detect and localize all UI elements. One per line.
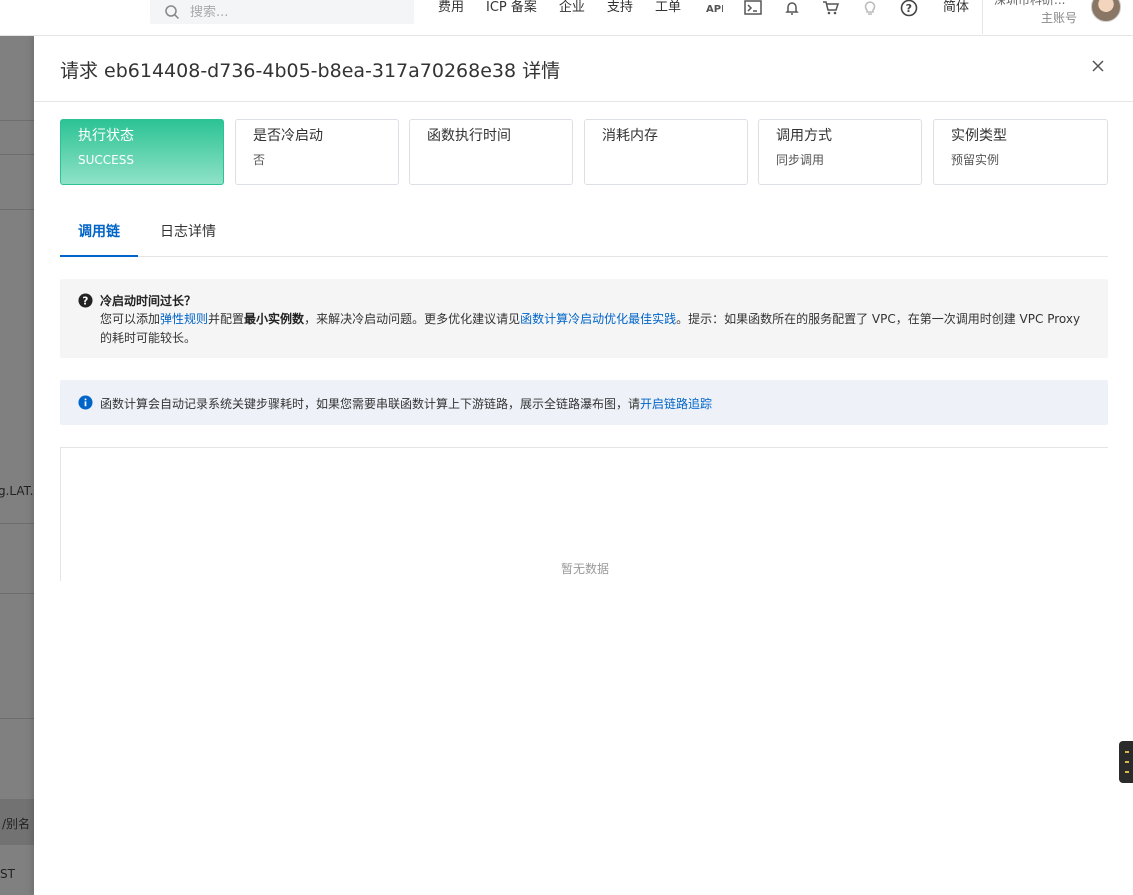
backdrop-divider xyxy=(0,718,34,719)
avatar[interactable] xyxy=(1091,0,1121,22)
card-value: 否 xyxy=(253,153,266,167)
top-nav-icons: API ? xyxy=(704,0,938,17)
cold-start-best-practice-link[interactable]: 函数计算冷启动优化最佳实践 xyxy=(520,312,676,326)
tip-text: ，来解决冷启动问题。更多优化建议请见 xyxy=(304,312,521,326)
handle-grip xyxy=(1125,751,1129,753)
card-execution-time: 函数执行时间 xyxy=(409,119,573,185)
tip-bold-text: 最小实例数 xyxy=(244,312,305,326)
card-title: 是否冷启动 xyxy=(253,128,323,144)
tab-log-details[interactable]: 日志详情 xyxy=(160,219,216,257)
tab-call-chain[interactable]: 调用链 xyxy=(60,219,138,257)
card-memory-usage: 消耗内存 xyxy=(584,119,748,185)
backdrop-divider xyxy=(0,120,34,121)
backdrop-text: ST xyxy=(0,867,15,881)
backdrop-divider xyxy=(0,209,34,210)
card-cold-start: 是否冷启动 否 xyxy=(235,119,399,185)
global-search[interactable] xyxy=(150,0,414,24)
svg-text:?: ? xyxy=(906,2,912,15)
drawer-header: 请求 eb614408-d736-4b05-b8ea-317a70268e38 … xyxy=(34,36,1133,102)
card-value: SUCCESS xyxy=(78,153,134,167)
card-title: 函数执行时间 xyxy=(427,128,511,144)
search-icon xyxy=(165,5,180,20)
card-value: 预留实例 xyxy=(951,153,1000,167)
elastic-rules-link[interactable]: 弹性规则 xyxy=(160,312,208,326)
backdrop-text: g.LAT... xyxy=(0,484,34,498)
bell-icon[interactable] xyxy=(782,0,802,16)
terminal-icon[interactable] xyxy=(743,0,763,16)
card-invocation-type: 调用方式 同步调用 xyxy=(758,119,922,185)
handle-grip xyxy=(1125,771,1129,773)
top-nav-links: 费用 ICP 备案 企业 支持 工单 xyxy=(438,0,703,16)
card-value: 同步调用 xyxy=(776,153,825,167)
nav-item-ticket[interactable]: 工单 xyxy=(655,0,681,16)
tip-text: 您可以添加 xyxy=(100,312,161,326)
info-message: 函数计算会自动记录系统关键步骤耗时，如果您需要串联函数计算上下游链路，展示全链路… xyxy=(100,397,641,411)
svg-text:?: ? xyxy=(82,296,88,308)
tracing-info-notice: 函数计算会自动记录系统关键步骤耗时，如果您需要串联函数计算上下游链路，展示全链路… xyxy=(60,380,1108,425)
svg-text:API: API xyxy=(706,4,723,15)
empty-state-text: 暂无数据 xyxy=(560,562,609,576)
question-circle-icon: ? xyxy=(78,293,93,308)
cold-start-tip: ? 冷启动时间过长？ 您可以添加弹性规则并配置最小实例数，来解决冷启动问题。更多… xyxy=(60,279,1108,358)
card-title: 执行状态 xyxy=(78,128,134,144)
summary-cards: 执行状态 SUCCESS 是否冷启动 否 函数执行时间 消耗内存 调用方式 同步… xyxy=(60,119,1108,185)
floating-toolbar-handle[interactable] xyxy=(1119,741,1133,783)
page-backdrop[interactable]: g.LAT... /别名 ST xyxy=(0,36,34,895)
account-type: 主账号 xyxy=(1041,11,1078,25)
card-instance-type: 实例类型 预留实例 xyxy=(933,119,1108,185)
language-switcher[interactable]: 简体 xyxy=(943,0,969,16)
tip-title: 冷启动时间过长？ xyxy=(100,294,197,308)
tip-text: 并配置 xyxy=(208,312,245,326)
request-detail-drawer: 请求 eb614408-d736-4b05-b8ea-317a70268e38 … xyxy=(34,36,1133,895)
card-title: 实例类型 xyxy=(951,128,1007,144)
handle-grip xyxy=(1125,761,1129,763)
account-name[interactable]: 深圳市科研... xyxy=(994,0,1065,8)
nav-item-icp[interactable]: ICP 备案 xyxy=(486,0,537,16)
detail-tabs: 调用链 日志详情 xyxy=(60,219,1108,257)
nav-item-enterprise[interactable]: 企业 xyxy=(559,0,585,16)
close-icon[interactable] xyxy=(1090,58,1106,74)
api-icon[interactable]: API xyxy=(704,0,724,16)
nav-item-support[interactable]: 支持 xyxy=(607,0,633,16)
backdrop-text: /别名 xyxy=(2,817,31,831)
drawer-title: 请求 eb614408-d736-4b05-b8ea-317a70268e38 … xyxy=(60,60,561,82)
nav-item-billing[interactable]: 费用 xyxy=(438,0,464,16)
enable-tracing-link[interactable]: 开启链路追踪 xyxy=(640,397,712,411)
search-input[interactable] xyxy=(190,4,390,20)
info-text: 函数计算会自动记录系统关键步骤耗时，如果您需要串联函数计算上下游链路，展示全链路… xyxy=(100,395,712,412)
call-chain-panel: 暂无数据 xyxy=(60,447,1108,581)
tip-body: 您可以添加弹性规则并配置最小实例数，来解决冷启动问题。更多优化建议请见函数计算冷… xyxy=(100,310,1090,348)
card-title: 消耗内存 xyxy=(602,128,658,144)
info-icon xyxy=(78,395,93,410)
account-divider xyxy=(982,0,983,34)
backdrop-divider xyxy=(0,523,34,524)
cart-icon[interactable] xyxy=(821,0,841,16)
lightbulb-icon[interactable] xyxy=(860,0,880,16)
card-execution-status: 执行状态 SUCCESS xyxy=(60,119,224,185)
backdrop-divider xyxy=(0,154,34,155)
card-title: 调用方式 xyxy=(776,128,832,144)
help-icon[interactable]: ? xyxy=(899,0,919,17)
top-navigation-bar: 费用 ICP 备案 企业 支持 工单 API ? 简体 深圳市科研... 主账号 xyxy=(0,0,1133,36)
backdrop-divider xyxy=(0,593,34,594)
